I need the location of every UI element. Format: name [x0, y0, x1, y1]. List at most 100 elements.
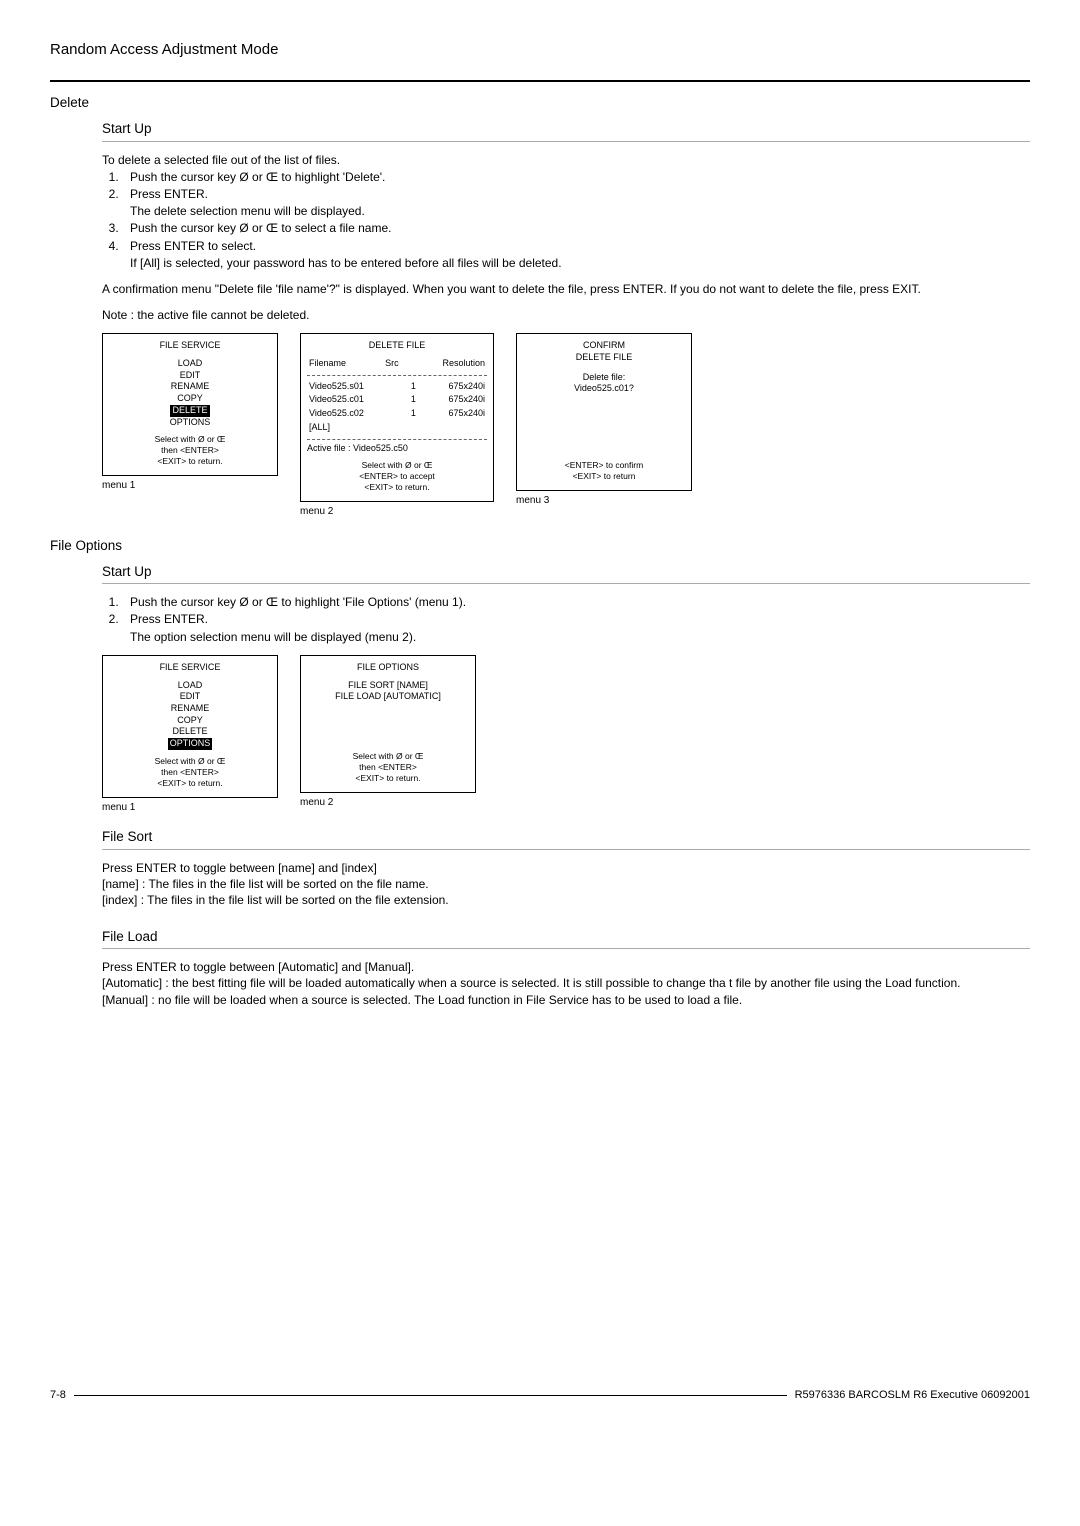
delete-sub-2: The delete selection menu will be displa… [130, 203, 1030, 219]
menu-foot-line: <ENTER> to confirm [517, 460, 691, 471]
menu-title: DELETE FILE [307, 340, 487, 352]
menu-label: menu 2 [300, 796, 476, 810]
section-delete-title: Delete [50, 94, 1030, 112]
cell-src: 1 [409, 408, 418, 420]
menu-foot-line: <EXIT> to return. [307, 482, 487, 493]
cell-src: 1 [409, 394, 418, 406]
divider [102, 849, 1030, 850]
file-load-option: FILE LOAD [AUTOMATIC] [307, 691, 469, 703]
menu-item: LOAD [109, 358, 271, 370]
delete-step-2: Press ENTER. [122, 186, 1030, 202]
menu-foot-line: Select with Ø or Œ [109, 756, 271, 767]
menu-label: menu 1 [102, 801, 278, 815]
col-res: Resolution [406, 358, 485, 370]
confirm-q1: Delete file: [523, 372, 685, 384]
file-load-p2: [Automatic] : the best fitting file will… [102, 975, 1030, 991]
fo-sub-2: The option selection menu will be displa… [130, 629, 1030, 645]
header-rule [50, 80, 1030, 82]
menu-item: OPTIONS [109, 738, 271, 750]
file-load-p1: Press ENTER to toggle between [Automatic… [102, 959, 1030, 975]
cell-filename: [ALL] [309, 422, 407, 434]
cell-res: 675x240i [420, 408, 485, 420]
cell-src: 1 [409, 381, 418, 393]
file-sort-p2: [name] : The files in the file list will… [102, 876, 1030, 892]
menu-file-service-1: FILE SERVICE LOADEDITRENAMECOPYDELETEOPT… [102, 333, 278, 476]
cell-res: 675x240i [420, 394, 485, 406]
delete-menu-row: FILE SERVICE LOADEDITRENAMECOPYDELETEOPT… [102, 333, 1030, 518]
col-src: Src [379, 358, 404, 370]
menu-item: COPY [109, 393, 271, 405]
menu-item: LOAD [109, 680, 271, 692]
menu-title: CONFIRM [523, 340, 685, 352]
menu-title: FILE OPTIONS [307, 662, 469, 674]
divider [102, 583, 1030, 584]
menu-item: DELETE [109, 726, 271, 738]
page-footer: 7-8 R5976336 BARCOSLM R6 Executive 06092… [50, 1388, 1030, 1403]
divider [102, 141, 1030, 142]
cell-filename: Video525.c01 [309, 394, 407, 406]
menu-item: RENAME [109, 381, 271, 393]
dash-divider [307, 375, 487, 376]
cell-res [420, 422, 485, 434]
file-options-menu-row: FILE SERVICE LOADEDITRENAMECOPYDELETEOPT… [102, 655, 1030, 814]
file-load-p3: [Manual] : no file will be loaded when a… [102, 992, 1030, 1008]
menu-file-options: FILE OPTIONS FILE SORT [NAME] FILE LOAD … [300, 655, 476, 793]
delete-intro: To delete a selected file out of the lis… [102, 152, 1030, 168]
menu-confirm: CONFIRM DELETE FILE Delete file: Video52… [516, 333, 692, 491]
confirm-q2: Video525.c01? [523, 383, 685, 395]
menu-foot-line: Select with Ø or Œ [307, 460, 487, 471]
delete-note: Note : the active file cannot be deleted… [102, 307, 1030, 323]
divider [102, 948, 1030, 949]
menu-foot-line: <EXIT> to return. [109, 778, 271, 789]
menu-title: FILE SERVICE [109, 662, 271, 674]
cell-filename: Video525.c02 [309, 408, 407, 420]
file-sort-p1: Press ENTER to toggle between [name] and… [102, 860, 1030, 876]
footer-right: R5976336 BARCOSLM R6 Executive 06092001 [795, 1388, 1030, 1403]
menu-item: EDIT [109, 691, 271, 703]
menu-item: DELETE [109, 405, 271, 417]
menu-file-service-2: FILE SERVICE LOADEDITRENAMECOPYDELETEOPT… [102, 655, 278, 798]
file-load-title: File Load [102, 928, 1030, 946]
active-file: Active file : Video525.c50 [307, 443, 487, 455]
menu-title: FILE SERVICE [109, 340, 271, 352]
delete-step-1: Push the cursor key Ø or Œ to highlight … [122, 169, 1030, 185]
footer-left: 7-8 [50, 1388, 66, 1403]
footer-rule [74, 1395, 787, 1396]
menu-foot-line: Select with Ø or Œ [301, 751, 475, 762]
menu-item: OPTIONS [109, 417, 271, 429]
file-sort-title: File Sort [102, 828, 1030, 846]
cell-res: 675x240i [420, 381, 485, 393]
page-title: Random Access Adjustment Mode [50, 40, 1030, 64]
delete-step-4: Press ENTER to select. [122, 238, 1030, 254]
delete-confirm-para: A confirmation menu "Delete file 'file n… [102, 281, 1030, 297]
menu-label: menu 2 [300, 505, 494, 519]
menu-foot-line: then <ENTER> [109, 445, 271, 456]
dash-divider [307, 439, 487, 440]
menu-foot-line: <EXIT> to return [517, 471, 691, 482]
file-options-startup-title: Start Up [102, 563, 1030, 581]
delete-step-3: Push the cursor key Ø or Œ to select a f… [122, 220, 1030, 236]
section-file-options-title: File Options [50, 537, 1030, 555]
fo-step-2: Press ENTER. [122, 611, 1030, 627]
file-sort-option: FILE SORT [NAME] [307, 680, 469, 692]
delete-sub-4: If [All] is selected, your password has … [130, 255, 1030, 271]
menu-item: COPY [109, 715, 271, 727]
menu-foot-line: then <ENTER> [109, 767, 271, 778]
menu-subtitle: DELETE FILE [523, 352, 685, 364]
menu-label: menu 1 [102, 479, 278, 493]
menu-delete-file: DELETE FILE Filename Src Resolution Vide… [300, 333, 494, 502]
menu-label: menu 3 [516, 494, 692, 508]
menu-foot-line: Select with Ø or Œ [109, 434, 271, 445]
cell-src [409, 422, 418, 434]
file-sort-p3: [index] : The files in the file list wil… [102, 892, 1030, 908]
delete-startup-title: Start Up [102, 120, 1030, 138]
menu-foot-line: <EXIT> to return. [109, 456, 271, 467]
fo-step-1: Push the cursor key Ø or Œ to highlight … [122, 594, 1030, 610]
menu-item: EDIT [109, 370, 271, 382]
menu-foot-line: <ENTER> to accept [307, 471, 487, 482]
col-filename: Filename [309, 358, 377, 370]
menu-foot-line: <EXIT> to return. [301, 773, 475, 784]
menu-item: RENAME [109, 703, 271, 715]
cell-filename: Video525.s01 [309, 381, 407, 393]
menu-foot-line: then <ENTER> [301, 762, 475, 773]
